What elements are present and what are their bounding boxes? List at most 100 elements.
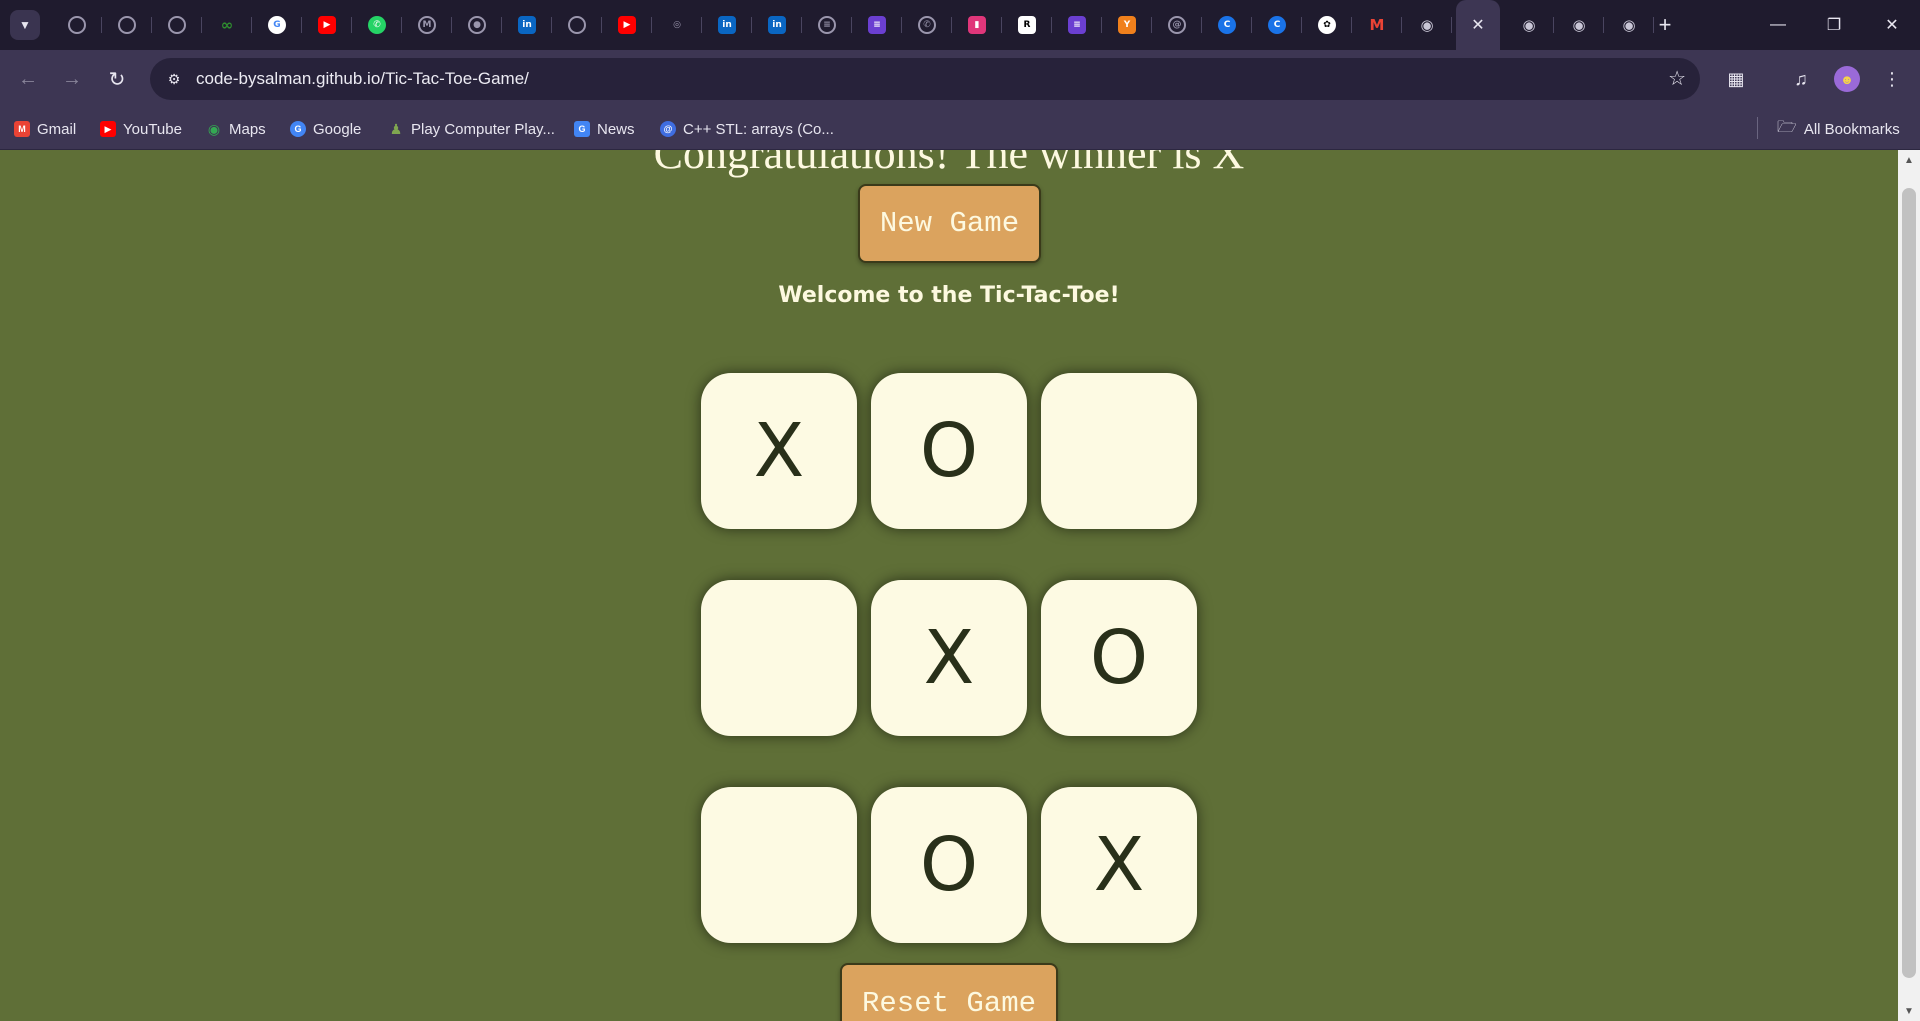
linkedin-icon: in xyxy=(718,16,736,34)
browser-tab[interactable]: ✆ xyxy=(902,0,952,50)
menu-kebab-icon[interactable]: ⋮ xyxy=(1876,63,1908,95)
browser-tab[interactable]: ▶ xyxy=(602,0,652,50)
browser-tab[interactable]: ◉ xyxy=(1504,0,1554,50)
reset-game-button[interactable]: Reset Game xyxy=(840,963,1058,1021)
browser-tab[interactable]: ✆ xyxy=(352,0,402,50)
gmail-ring-icon: M xyxy=(418,16,436,34)
browser-tab[interactable] xyxy=(52,0,102,50)
pink-doc-icon: ▮ xyxy=(968,16,986,34)
meet-ring-icon: ● xyxy=(468,16,486,34)
bookmark-label: YouTube xyxy=(123,120,182,138)
tab-strip: ▼ ∞ G ▶ ✆ M ● in ▶ ◎ in in ≡ ≡ ✆ ▮ R ≡ Y @ C C ✿ M ◉ ✕ ◉ ◉ ◉ + — ❐ … xyxy=(0,0,1920,50)
bookmark-item[interactable]: @ C++ STL: arrays (Co... xyxy=(660,118,834,140)
new-tab-plus-icon[interactable]: + xyxy=(1650,10,1680,40)
browser-tab[interactable]: ∞ xyxy=(202,0,252,50)
globe-icon: ◉ xyxy=(1420,16,1434,34)
scroll-down-arrow-icon[interactable]: ▼ xyxy=(1898,1001,1920,1021)
profile-avatar[interactable]: ☻ xyxy=(1834,66,1860,92)
welcome-heading: Welcome to the Tic-Tac-Toe! xyxy=(778,283,1120,308)
browser-tab[interactable] xyxy=(552,0,602,50)
youtube-icon: ▶ xyxy=(618,16,636,34)
r-icon: R xyxy=(1018,16,1036,34)
board-cell-4[interactable] xyxy=(701,580,857,736)
browser-tab[interactable]: ◉ xyxy=(1604,0,1654,50)
linkedin-icon: in xyxy=(518,16,536,34)
browser-tab[interactable]: ◉ xyxy=(1402,0,1452,50)
board-cell-3[interactable] xyxy=(1041,373,1197,529)
y-icon: Y xyxy=(1118,16,1136,34)
browser-toolbar: ← → ↻ ⚙ code-bysalman.github.io/Tic-Tac-… xyxy=(0,50,1920,108)
board-cell-2[interactable]: O xyxy=(871,373,1027,529)
browser-tab[interactable]: ≡ xyxy=(802,0,852,50)
bookmarks-bar: M Gmail ▶ YouTube ◉ Maps G Google ♟ Play Computer… xyxy=(0,108,1920,150)
bookmark-item[interactable]: ▶ YouTube xyxy=(100,118,182,140)
target-icon: ◎ xyxy=(673,20,681,30)
extensions-puzzle-icon[interactable]: ▦ xyxy=(1720,63,1752,95)
ring-icon xyxy=(168,16,186,34)
bookmark-item[interactable]: M Gmail xyxy=(14,118,76,140)
gmail-icon: M xyxy=(14,121,30,137)
browser-tab[interactable]: ≡ xyxy=(852,0,902,50)
browser-tab[interactable] xyxy=(102,0,152,50)
new-game-button[interactable]: New Game xyxy=(858,184,1041,263)
bookmark-star-icon[interactable]: ☆ xyxy=(1668,66,1686,91)
bookmark-item[interactable]: ◉ Maps xyxy=(206,118,266,140)
google-icon: G xyxy=(290,121,306,137)
ring-icon xyxy=(568,16,586,34)
media-controls-icon[interactable]: ♫ xyxy=(1785,63,1817,95)
board-cell-8[interactable]: O xyxy=(871,787,1027,943)
bookmark-item[interactable]: G News xyxy=(574,118,635,140)
address-bar[interactable]: ⚙ code-bysalman.github.io/Tic-Tac-Toe-Ga… xyxy=(150,58,1700,100)
browser-tab[interactable]: M xyxy=(1352,0,1402,50)
browser-tab[interactable]: Y xyxy=(1102,0,1152,50)
browser-tab[interactable]: ✿ xyxy=(1302,0,1352,50)
all-bookmarks-button[interactable]: 🗁 All Bookmarks xyxy=(1777,118,1900,140)
board-cell-1[interactable]: X xyxy=(701,373,857,529)
browser-tab[interactable]: ◎ xyxy=(652,0,702,50)
bookmarks-divider xyxy=(1757,117,1758,139)
browser-tab[interactable]: ≡ xyxy=(1052,0,1102,50)
browser-tab[interactable]: ▶ xyxy=(302,0,352,50)
tab-search-chevron-icon[interactable]: ▼ xyxy=(10,10,40,40)
board-cell-5[interactable]: X xyxy=(871,580,1027,736)
board-cell-7[interactable] xyxy=(701,787,857,943)
youtube-icon: ▶ xyxy=(100,121,116,137)
bookmark-label: C++ STL: arrays (Co... xyxy=(683,120,834,138)
minimize-icon[interactable]: — xyxy=(1750,0,1806,50)
browser-tab[interactable]: in xyxy=(752,0,802,50)
browser-tab[interactable]: @ xyxy=(1152,0,1202,50)
forward-arrow-icon[interactable]: → xyxy=(56,63,88,95)
whatsapp-ring-icon: ✆ xyxy=(918,16,936,34)
browser-tab[interactable]: in xyxy=(702,0,752,50)
browser-tab[interactable]: ✕ xyxy=(1456,0,1500,50)
url-text[interactable]: code-bysalman.github.io/Tic-Tac-Toe-Game… xyxy=(196,69,529,89)
page-scrollbar[interactable]: ▲ ▼ xyxy=(1898,150,1920,1021)
board-cell-6[interactable]: O xyxy=(1041,580,1197,736)
browser-tab[interactable]: ◉ xyxy=(1554,0,1604,50)
reload-icon[interactable]: ↻ xyxy=(101,63,133,95)
close-icon[interactable]: ✕ xyxy=(1471,15,1484,35)
restore-icon[interactable]: ❐ xyxy=(1806,0,1862,50)
browser-tab[interactable]: ● xyxy=(452,0,502,50)
browser-tab[interactable]: R xyxy=(1002,0,1052,50)
scrollbar-thumb[interactable] xyxy=(1902,188,1916,978)
site-info-icon[interactable]: ⚙ xyxy=(158,63,190,95)
list-icon: ≡ xyxy=(868,16,886,34)
browser-tab[interactable] xyxy=(152,0,202,50)
close-window-icon[interactable]: ✕ xyxy=(1864,0,1920,50)
browser-tab[interactable]: G xyxy=(252,0,302,50)
browser-tab[interactable]: ▮ xyxy=(952,0,1002,50)
bookmark-item[interactable]: G Google xyxy=(290,118,361,140)
bookmark-label: Play Computer Play... xyxy=(411,120,555,138)
ring-icon xyxy=(118,16,136,34)
openai-icon: ✿ xyxy=(1318,16,1336,34)
back-arrow-icon[interactable]: ← xyxy=(12,63,44,95)
browser-tab[interactable]: M xyxy=(402,0,452,50)
browser-tab[interactable]: C xyxy=(1202,0,1252,50)
browser-tab[interactable]: C xyxy=(1252,0,1302,50)
browser-tab[interactable]: in xyxy=(502,0,552,50)
scroll-up-arrow-icon[interactable]: ▲ xyxy=(1898,150,1920,170)
gmail-icon: M xyxy=(1369,16,1385,34)
bookmark-item[interactable]: ♟ Play Computer Play... xyxy=(388,118,555,140)
board-cell-9[interactable]: X xyxy=(1041,787,1197,943)
